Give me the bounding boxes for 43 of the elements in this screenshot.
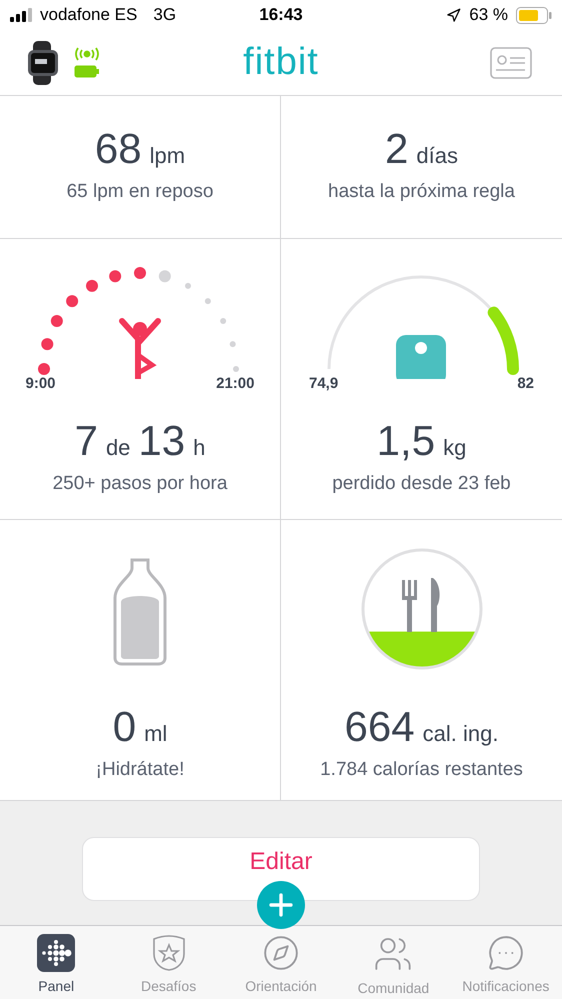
metric-caption: ¡Hidrátate! — [96, 758, 184, 782]
tab-item[interactable]: Panel — [0, 926, 112, 999]
profile-card-icon[interactable] — [490, 46, 532, 78]
device-battery-icon — [74, 65, 100, 78]
person-icon — [118, 318, 160, 379]
carrier-name: vodafone ES — [40, 4, 138, 26]
metric-caption: 1.784 calorías restantes — [320, 758, 523, 782]
sync-signal-icon — [74, 47, 100, 61]
water-bottle-icon — [113, 558, 167, 666]
metric-caption: 65 lpm en reposo — [66, 180, 214, 204]
fitbit-logo: fitbit — [243, 40, 319, 85]
start-weight-label: 74,9 — [309, 374, 338, 394]
metric-caption: hasta la próxima regla — [328, 180, 515, 204]
signal-icon — [10, 8, 34, 22]
battery-percent: 63 % — [469, 4, 508, 26]
clock-time: 16:43 — [259, 4, 303, 26]
dashboard-tile[interactable]: 2 días hasta la próxima regla — [281, 96, 562, 239]
metric-value: 2 días — [384, 128, 459, 170]
metric-caption: 250+ pasos por hora — [52, 472, 228, 496]
scale-icon — [396, 335, 446, 379]
chat-bubble-icon — [486, 934, 525, 972]
watch-icon — [26, 40, 60, 84]
edit-button[interactable]: Editar — [82, 837, 480, 901]
network-type: 3G — [153, 4, 176, 26]
goal-weight-label: 82 — [517, 374, 534, 394]
location-icon — [446, 8, 462, 22]
dashboard-tile[interactable]: 664 cal. ing. 1.784 calorías restantes — [281, 520, 562, 801]
gauge-fill — [488, 306, 519, 375]
dashboard-tile[interactable]: 9:00 21:00 7 de 13 h 250+ pasos por hora — [0, 239, 281, 520]
metric-caption: perdido desde 23 feb — [332, 472, 511, 496]
dashboard-icon — [37, 934, 76, 972]
dashboard-tile[interactable]: 68 lpm 65 lpm en reposo — [0, 96, 281, 239]
battery-icon — [516, 6, 552, 24]
end-time-label: 21:00 — [216, 374, 254, 394]
dashboard-tile[interactable]: 74,9 82 1,5 kg perdido desde 23 feb — [281, 239, 562, 520]
metric-value: 664 cal. ing. — [344, 706, 500, 748]
metric-value: 68 lpm — [94, 128, 186, 170]
dashboard-tile[interactable]: 0 ml ¡Hidrátate! — [0, 520, 281, 801]
compass-icon — [262, 934, 300, 972]
metric-value: 1,5 kg — [376, 420, 468, 462]
metric-value: 7 de 13 h — [74, 420, 206, 462]
start-time-label: 9:00 — [26, 374, 56, 394]
metric-value: 0 ml — [112, 706, 168, 748]
